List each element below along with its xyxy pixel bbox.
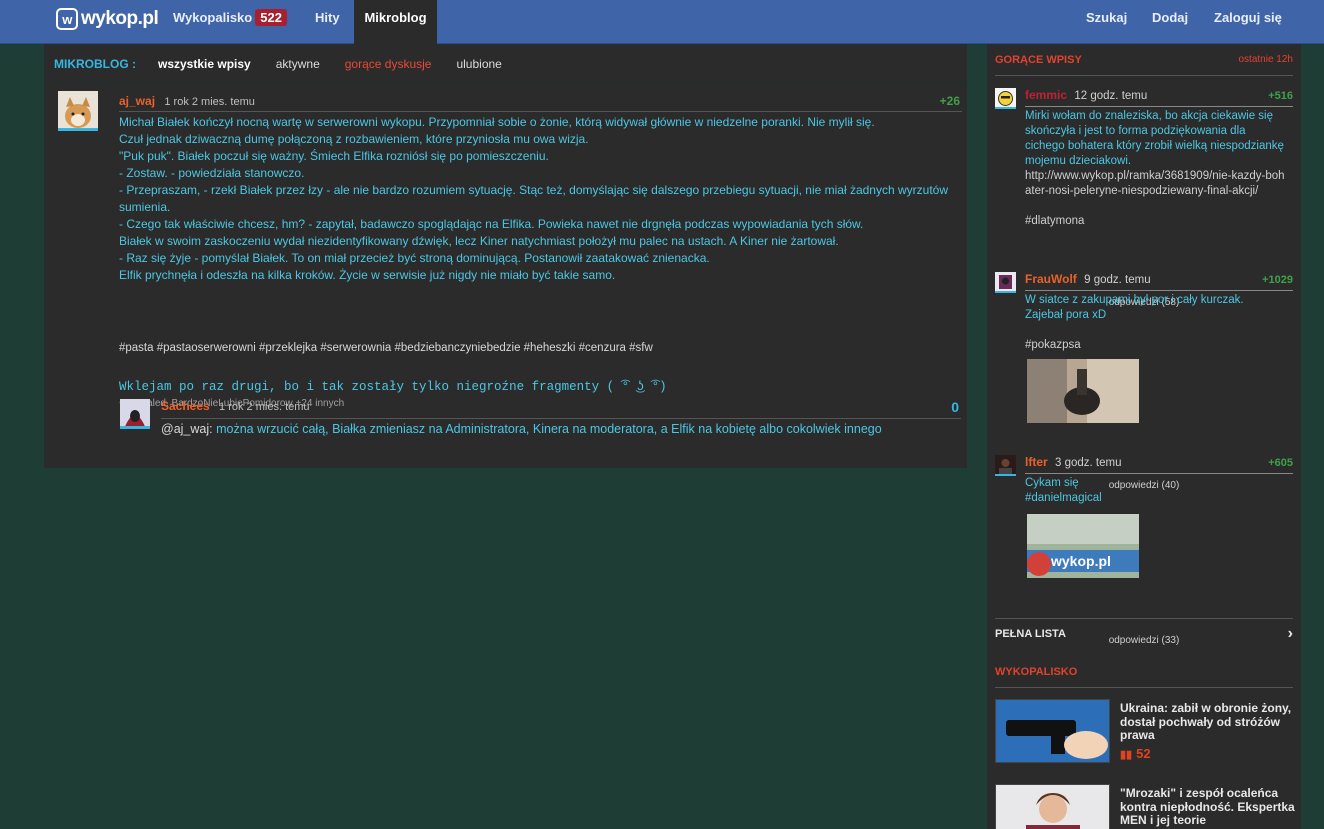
comment-body: @aj_waj: można wrzucić całą, Białka zmie… <box>161 422 961 436</box>
hot-entry-text: Mirki wołam do znaleziska, bo akcja ciek… <box>1025 110 1284 167</box>
chevron-right-icon: › <box>1287 624 1293 642</box>
find-thumbnail[interactable] <box>995 699 1110 763</box>
comment-header: Sachees 1 rok 2 mies. temu 0 <box>161 399 961 419</box>
thumbnail-logo-text: wykop.pl <box>1050 553 1111 569</box>
hot-entry-text: Cykam się <box>1025 477 1079 489</box>
full-list-label: PEŁNA LISTA <box>995 627 1066 640</box>
hot-entry-votes[interactable]: +516 <box>1268 90 1293 102</box>
wykopalisko-count-badge: 522 <box>255 9 287 26</box>
hot-entry-text: Zajebał pora xD <box>1025 309 1107 321</box>
entry-line: "Puk puk". Białek poczuł się ważny. Śmie… <box>119 149 549 163</box>
entry-mono-text: Wklejam po raz drugi, bo i tak zostały t… <box>119 380 667 394</box>
hot-entry-thumbnail[interactable]: wykop.pl <box>1027 514 1139 578</box>
entry-line: - Raz się żyje - pomyślał Białek. To on … <box>119 251 710 265</box>
hot-entries-range[interactable]: ostatnie 12h <box>1239 54 1294 65</box>
hot-entry-author[interactable]: femmic <box>1025 88 1067 102</box>
mikroblog-panel: MIKROBLOG : wszystkie wpisy aktywne gorą… <box>44 44 967 468</box>
find-digs[interactable]: ▮▮ 52 <box>1120 746 1151 761</box>
hot-entry-time[interactable]: 3 godz. temu <box>1055 457 1121 469</box>
nav-hity[interactable]: Hity <box>305 0 350 44</box>
nav-szukaj[interactable]: Szukaj <box>1076 0 1137 44</box>
wykopalisko-panel: WYKOPALISKO Ukraina: zabił w obronie żon… <box>987 656 1301 829</box>
hot-entries-header: GORĄCE WPISY ostatnie 12h <box>995 52 1293 76</box>
hot-entries-panel: GORĄCE WPISY ostatnie 12h femmic 12 godz… <box>987 44 1301 656</box>
mikroblog-tabs: MIKROBLOG : wszystkie wpisy aktywne gorą… <box>44 44 967 84</box>
wykop-logo-icon: w <box>56 8 78 30</box>
tab-aktywne[interactable]: aktywne <box>276 57 320 71</box>
nav-zaloguj[interactable]: Zaloguj się <box>1204 0 1292 44</box>
hot-entry-body: Cykam się #danielmagical <box>1025 476 1285 506</box>
nav-mikroblog[interactable]: Mikroblog <box>354 0 437 44</box>
entry-header: aj_waj 1 rok 2 mies. temu +26 <box>119 94 962 112</box>
hot-entry-avatar[interactable] <box>995 88 1016 109</box>
dig-icon: ▮▮ <box>1120 749 1133 761</box>
comment-avatar[interactable] <box>120 399 150 429</box>
top-navbar: w wykop.pl Wykopalisko 522 Hity Mikroblog… <box>0 0 1324 44</box>
hot-entries-title: GORĄCE WPISY <box>995 54 1082 66</box>
avatar[interactable] <box>58 91 98 131</box>
hot-entry-votes[interactable]: +605 <box>1268 457 1293 469</box>
full-list-link[interactable]: PEŁNA LISTA › <box>995 618 1293 648</box>
hot-entry-avatar[interactable] <box>995 455 1016 476</box>
find-title[interactable]: Ukraina: zabił w obronie żony, dostał po… <box>1120 701 1295 743</box>
comment-votes[interactable]: 0 <box>951 399 959 415</box>
entry-line: - Przepraszam, - rzekł Białek przez łzy … <box>119 183 948 214</box>
find-thumbnail[interactable] <box>995 784 1110 829</box>
hot-entry-tag[interactable]: #pokazpsa <box>1025 338 1285 353</box>
nav-dodaj[interactable]: Dodaj <box>1142 0 1198 44</box>
hot-entry-tag[interactable]: #danielmagical <box>1025 491 1285 506</box>
hot-entry-author[interactable]: lfter <box>1025 455 1048 469</box>
hot-entry-thumbnail[interactable] <box>1027 359 1139 423</box>
tab-gorace-dyskusje[interactable]: gorące dyskusje <box>345 57 432 71</box>
comment-text: można wrzucić całą, Białka zmieniasz na … <box>212 422 882 436</box>
entry-body: Michał Białek kończył nocną wartę w serw… <box>119 114 959 284</box>
mikroblog-title: MIKROBLOG : <box>54 56 136 71</box>
hot-entry-tag[interactable]: #dlatymona <box>1025 214 1285 229</box>
hot-entry-time[interactable]: 9 godz. temu <box>1084 274 1150 286</box>
entry-line: - Czego tak właściwie chcesz, hm? - zapy… <box>119 217 864 231</box>
nav-wykopalisko-label: Wykopalisko <box>173 10 253 25</box>
logo[interactable]: w wykop.pl <box>56 8 159 30</box>
wykopalisko-title: WYKOPALISKO <box>995 666 1078 678</box>
hot-entry-avatar[interactable] <box>995 272 1016 293</box>
entry-line: Białek w swoim zaskoczeniu wydał niezide… <box>119 234 839 248</box>
hot-entry-votes[interactable]: +1029 <box>1262 274 1293 286</box>
entry-line: - Zostaw. - powiedziała stanowczo. <box>119 166 305 180</box>
hot-entry-author[interactable]: FrauWolf <box>1025 272 1077 286</box>
hot-entry-header: FrauWolf 9 godz. temu +1029 <box>1025 272 1293 291</box>
hot-entry-body: W siatce z zakupami był por i cały kurcz… <box>1025 293 1285 353</box>
nav-wykopalisko[interactable]: Wykopalisko 522 <box>163 0 297 44</box>
wykopalisko-header: WYKOPALISKO <box>995 664 1293 688</box>
hot-entry-body: Mirki wołam do znaleziska, bo akcja ciek… <box>1025 109 1285 229</box>
tab-wszystkie-wpisy[interactable]: wszystkie wpisy <box>158 57 251 71</box>
entry-author[interactable]: aj_waj <box>119 94 155 108</box>
find-title[interactable]: "Mrozaki" i zespół ocaleńca kontra niepł… <box>1120 786 1295 828</box>
comment-author[interactable]: Sachees <box>161 399 210 413</box>
entry-line: Elfik prychnęła i odeszła na kilka krokó… <box>119 268 616 282</box>
hot-entry-header: femmic 12 godz. temu +516 <box>1025 88 1293 107</box>
entry-line: Czuł jednak dziwaczną dumę połączoną z r… <box>119 132 589 146</box>
entry-time[interactable]: 1 rok 2 mies. temu <box>164 96 254 108</box>
hot-entry-link[interactable]: http://www.wykop.pl/ramka/3681909/nie-ka… <box>1025 169 1285 199</box>
entry-line: Michał Białek kończył nocną wartę w serw… <box>119 115 875 129</box>
entry-tags[interactable]: #pasta #pastaoserwerowni #przeklejka #se… <box>119 342 653 354</box>
comment-mention[interactable]: @aj_waj: <box>161 422 213 436</box>
hot-entry-time[interactable]: 12 godz. temu <box>1074 90 1147 102</box>
find-digs-count: 52 <box>1136 746 1151 761</box>
entry-votes[interactable]: +26 <box>940 94 960 108</box>
hot-entry-header: lfter 3 godz. temu +605 <box>1025 455 1293 474</box>
logo-text: wykop.pl <box>81 8 159 29</box>
comment-time[interactable]: 1 rok 2 mies. temu <box>219 401 309 413</box>
hot-entry-text: W siatce z zakupami był por i cały kurcz… <box>1025 294 1244 306</box>
tab-ulubione[interactable]: ulubione <box>456 57 501 71</box>
